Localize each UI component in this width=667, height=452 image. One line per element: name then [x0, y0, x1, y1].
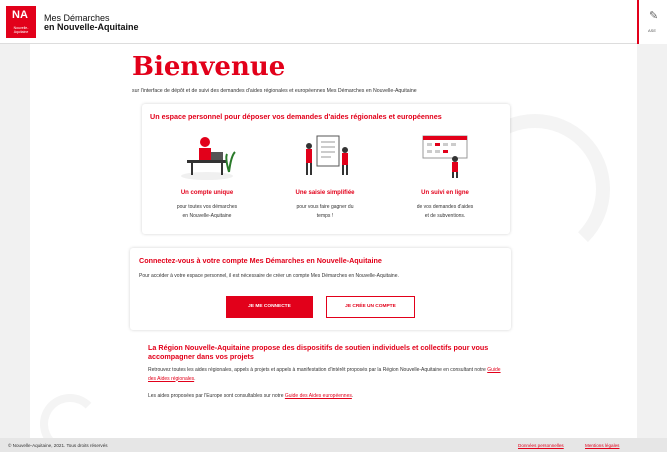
login-button[interactable]: JE ME CONNECTE	[226, 296, 313, 318]
app-title-line2: en Nouvelle-Aquitaine	[44, 22, 139, 32]
calendar-illustration-icon	[422, 135, 468, 178]
footer: © Nouvelle-Aquitaine, 2021. Tous droits …	[0, 438, 667, 452]
logo-icon[interactable]: NA Nouvelle-Aquitaine	[6, 6, 36, 38]
feature-title: Un suivi en ligne	[421, 190, 469, 196]
personal-space-title: Un espace personnel pour déposer vos dem…	[150, 112, 442, 121]
europe-text-end: .	[351, 393, 354, 399]
app-title[interactable]: Mes Démarches en Nouvelle-Aquitaine	[44, 14, 139, 32]
region-section-text: Retrouvez toutes les aides régionales, a…	[148, 366, 508, 383]
region-text-end: .	[194, 375, 196, 382]
accessibility-label: ASE	[648, 28, 657, 33]
form-illustration-icon	[306, 135, 348, 175]
feature-description-line: et de subventions.	[424, 212, 466, 219]
login-card-title: Connectez-vous à votre compte Mes Démarc…	[139, 256, 382, 265]
feature-description-line: pour vous faire gagner du	[296, 204, 354, 210]
feature-title: Une saisie simplifiée	[295, 190, 355, 196]
feature-description: pour vous faire gagner du temps !	[270, 203, 380, 220]
personal-data-link[interactable]: Données personnelles	[518, 443, 564, 448]
feature-description: pour toutes vos démarches en Nouvelle-Aq…	[152, 203, 262, 220]
feature-description-line: de vos demandes d'aides	[416, 204, 474, 210]
page-subtitle: sur l'interface de dépôt et de suivi des…	[132, 88, 417, 94]
feature-description-line: temps !	[316, 212, 334, 219]
decorative-arc	[40, 394, 100, 438]
feature-description-line: en Nouvelle-Aquitaine	[182, 212, 232, 219]
accessibility-icon: ✎	[649, 10, 659, 22]
desk-illustration-icon	[181, 137, 236, 180]
copyright: © Nouvelle-Aquitaine, 2021. Tous droits …	[8, 443, 108, 448]
feature-description: de vos demandes d'aides et de subvention…	[390, 203, 500, 220]
logo-mark: NA	[12, 9, 28, 21]
logo-text: Nouvelle-Aquitaine	[13, 26, 29, 34]
accessibility-button[interactable]: ✎ ASE	[637, 0, 667, 44]
login-card: Connectez-vous à votre compte Mes Démarc…	[130, 248, 511, 330]
header: NA Nouvelle-Aquitaine Mes Démarches en N…	[0, 0, 667, 44]
main-content: Bienvenue sur l'interface de dépôt et de…	[30, 44, 637, 438]
feature-title: Un compte unique	[180, 190, 234, 196]
european-aid-guide-link[interactable]: Guide des Aides européennes	[285, 393, 352, 399]
page-title: Bienvenue	[132, 52, 286, 82]
region-text-part: Retrouvez toutes les aides régionales, a…	[148, 367, 486, 373]
region-section-title: La Région Nouvelle-Aquitaine propose des…	[148, 343, 489, 361]
feature-description-line: pour toutes vos démarches	[176, 204, 238, 210]
create-account-button[interactable]: JE CRÉE UN COMPTE	[326, 296, 415, 318]
personal-space-card: Un espace personnel pour déposer vos dem…	[142, 104, 510, 234]
login-card-description: Pour accéder à votre espace personnel, i…	[139, 273, 399, 279]
legal-notice-link[interactable]: Mentions légales	[585, 443, 619, 448]
europe-text-part: Les aides proposées par l'Europe sont co…	[148, 393, 284, 399]
europe-aid-text: Les aides proposées par l'Europe sont co…	[148, 393, 508, 399]
